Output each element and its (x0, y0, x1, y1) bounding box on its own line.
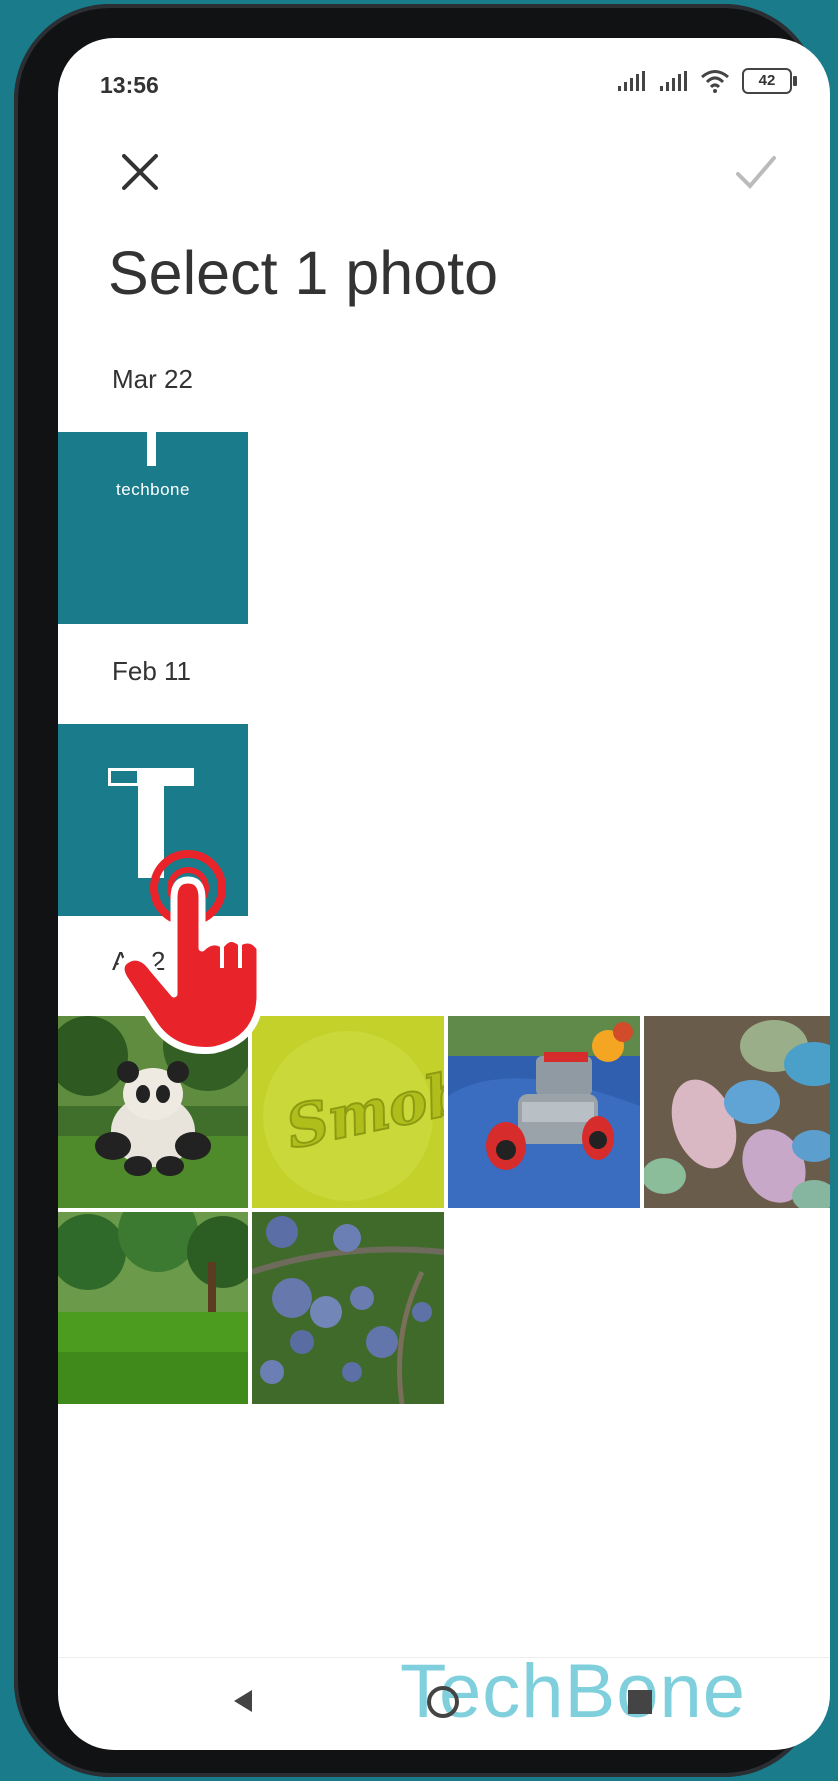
brand-logo-mark (147, 432, 156, 466)
photo-plums (252, 1212, 444, 1404)
recents-button[interactable] (626, 1688, 654, 1721)
status-icons: 42 (616, 68, 797, 94)
close-icon (122, 154, 158, 190)
photo-toy-car (448, 1016, 640, 1208)
battery-icon: 42 (742, 68, 797, 94)
section-date-label: Au 2 (112, 946, 166, 976)
back-button[interactable] (228, 1686, 258, 1721)
status-time: 13:56 (100, 72, 159, 98)
section-date-label: Feb 11 (112, 656, 192, 686)
nav-bar (58, 1657, 830, 1750)
recents-icon (628, 1690, 652, 1714)
photo-thumbnail[interactable] (644, 1016, 830, 1208)
phone-frame: 13:56 42 Select 1 photo Mar 22 techbone … (14, 4, 830, 1777)
back-icon (234, 1690, 252, 1712)
home-icon (427, 1686, 459, 1718)
photo-thumbnail[interactable]: techbone (58, 432, 248, 624)
photo-thumbnail[interactable] (448, 1016, 640, 1208)
signal-icon-2 (660, 71, 687, 91)
screen: 13:56 42 Select 1 photo Mar 22 techbone … (58, 38, 830, 1750)
photo-thumbnail[interactable] (252, 1212, 444, 1404)
photo-lawn (58, 1212, 248, 1404)
brand-text: techbone (116, 480, 190, 499)
brand-logo-icon (108, 768, 194, 878)
status-bar: 13:56 42 (58, 38, 830, 128)
confirm-button[interactable] (726, 142, 786, 202)
photo-panda (58, 1016, 248, 1208)
photo-thumbnail[interactable] (58, 724, 248, 916)
close-button[interactable] (110, 142, 170, 202)
home-button[interactable] (425, 1684, 461, 1725)
page-title: Select 1 photo (108, 239, 499, 307)
section-date-label: Mar 22 (112, 364, 193, 394)
check-icon (736, 156, 776, 189)
photo-smoby: Smoby (252, 1016, 444, 1208)
photo-chalk (644, 1016, 830, 1208)
signal-icon (618, 71, 645, 91)
photo-thumbnail[interactable] (58, 1212, 248, 1404)
wifi-icon (701, 70, 729, 93)
photo-thumbnail[interactable] (58, 1016, 248, 1208)
photo-thumbnail[interactable]: Smoby (252, 1016, 444, 1208)
